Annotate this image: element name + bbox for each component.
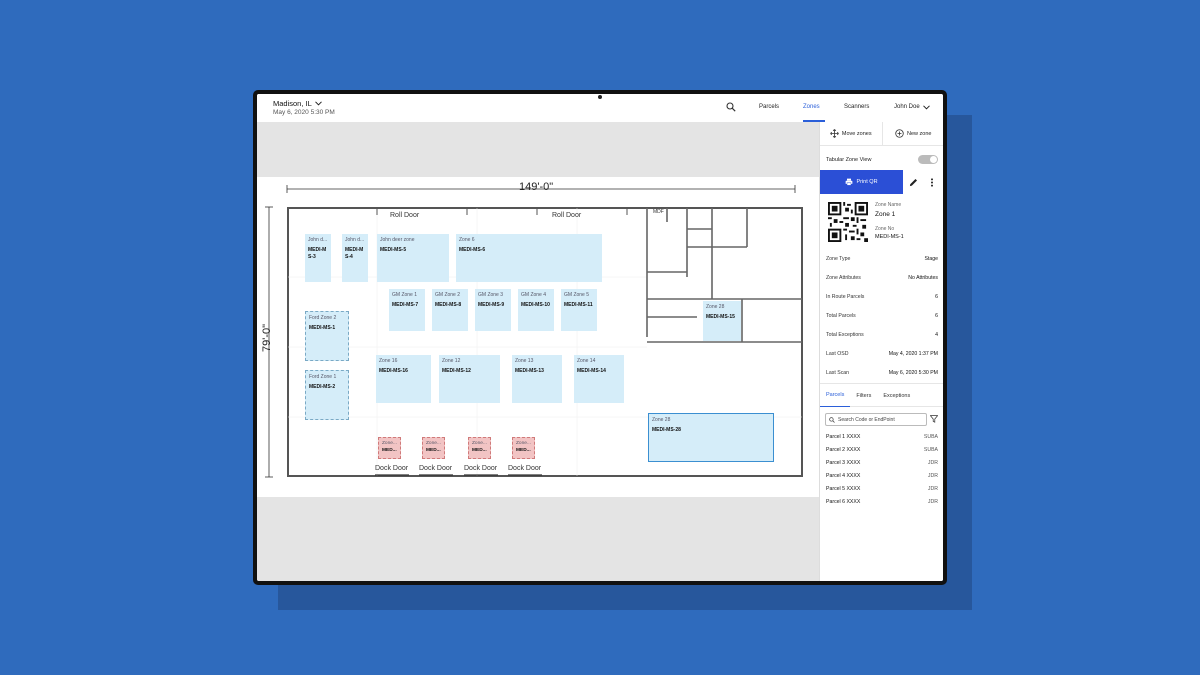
nav-tab-scanners[interactable]: Scanners [844, 104, 869, 110]
zone-block[interactable]: Zone 16 MEDI-MS-16 [376, 355, 431, 403]
nav-tab-zones[interactable]: Zones [803, 104, 820, 110]
tab-parcels[interactable]: Parcels [820, 385, 851, 407]
parcel-search-input[interactable] [838, 416, 926, 423]
plus-circle-icon [895, 129, 904, 138]
nav-tab-parcels[interactable]: Parcels [759, 104, 779, 110]
floorplan: 149'-0" 79'-0" Roll Door Roll Door MDF D… [257, 177, 819, 497]
dock-door-label: Dock Door [464, 465, 498, 472]
print-qr-button[interactable]: Print QR [820, 170, 903, 194]
panel-tabs: Parcels Filters Exceptions [820, 385, 943, 407]
print-qr-label: Print QR [856, 179, 878, 185]
zone-block[interactable]: Zone 12 MEDI-MS-12 [439, 355, 500, 403]
parcel-search [825, 413, 927, 426]
app-screen: Madison, IL May 6, 2020 5:30 PM Parcels … [257, 94, 943, 581]
zone-name-value: Zone 1 [875, 211, 896, 218]
zone-block[interactable]: GM Zone 3 MEDI-MS-9 [475, 289, 511, 331]
location-label: Madison, IL [273, 99, 312, 108]
pencil-icon[interactable] [909, 178, 918, 187]
detail-row: Total Exceptions 4 [826, 332, 938, 338]
tabular-view-label: Tabular Zone View [826, 156, 872, 163]
mdf-label: MDF [653, 209, 664, 215]
roll-door-label: Roll Door [390, 212, 420, 219]
zone-block-alert[interactable]: Zone... MED... [468, 437, 491, 459]
zone-block[interactable]: John d... MEDI-MS-4 [342, 234, 368, 282]
qr-code-icon [828, 202, 868, 242]
parcel-row[interactable]: Parcel 4 XXXX JDR [826, 473, 938, 479]
zone-block-alert[interactable]: Zone... MED... [512, 437, 535, 459]
zone-no-label: Zone No [875, 226, 895, 232]
parcel-row[interactable]: Parcel 6 XXXX JDR [826, 499, 938, 505]
zone-no-value: MEDI-MS-1 [875, 234, 904, 240]
filter-icon[interactable] [930, 415, 938, 423]
zone-block[interactable]: Zone 13 MEDI-MS-13 [512, 355, 562, 403]
new-zone-label: New zone [907, 130, 932, 137]
chevron-down-icon [314, 101, 322, 106]
more-vertical-icon[interactable] [930, 178, 934, 187]
parcel-row[interactable]: Parcel 5 XXXX JDR [826, 486, 938, 492]
tabular-view-toggle[interactable] [918, 155, 938, 164]
parcel-row[interactable]: Parcel 3 XXXX JDR [826, 460, 938, 466]
chevron-down-icon [922, 104, 930, 110]
detail-row: Zone Type Stage [826, 256, 938, 262]
detail-row: In Route Parcels 6 [826, 294, 938, 300]
tab-filters[interactable]: Filters [850, 385, 877, 407]
parcel-row[interactable]: Parcel 1 XXXX SUBA [826, 434, 938, 440]
zone-block[interactable]: Ford Zone 2 MEDI-MS-1 [305, 311, 349, 361]
zone-block-selected[interactable]: Zone 28 MEDI-MS-28 [648, 413, 774, 462]
zone-block-alert[interactable]: Zone... MED... [422, 437, 445, 459]
zone-block[interactable]: John d... MEDI-MS-3 [305, 234, 331, 282]
zone-block[interactable]: John deer zone MEDI-MS-5 [377, 234, 449, 282]
dock-door-label: Dock Door [508, 465, 542, 472]
detail-row: Zone Attributes No Attributes [826, 275, 938, 281]
zone-name-label: Zone Name [875, 202, 902, 208]
detail-row: Last OSD May 4, 2020 1:37 PM [826, 351, 938, 357]
roll-door-label: Roll Door [552, 212, 582, 219]
zone-block[interactable]: Zone 6 MEDI-MS-6 [456, 234, 602, 282]
zone-block[interactable]: GM Zone 4 MEDI-MS-10 [518, 289, 554, 331]
zone-block[interactable]: Ford Zone 1 MEDI-MS-2 [305, 370, 349, 420]
dock-door-label: Dock Door [375, 465, 409, 472]
floorplan-canvas[interactable]: 149'-0" 79'-0" Roll Door Roll Door MDF D… [257, 122, 819, 581]
user-name: John Doe [894, 104, 920, 110]
user-menu[interactable]: John Doe [894, 104, 930, 110]
search-icon[interactable] [726, 102, 736, 112]
new-zone-button[interactable]: New zone [883, 122, 944, 145]
camera-dot [598, 95, 602, 99]
zone-block[interactable]: GM Zone 1 MEDI-MS-7 [389, 289, 425, 331]
zone-block[interactable]: Zone 14 MEDI-MS-14 [574, 355, 624, 403]
dock-door-label: Dock Door [419, 465, 453, 472]
search-icon [829, 416, 835, 423]
current-datetime: May 6, 2020 5:30 PM [273, 109, 335, 116]
tab-exceptions[interactable]: Exceptions [877, 385, 916, 407]
detail-row: Total Parcels 6 [826, 313, 938, 319]
zone-block[interactable]: Zone 28 MEDI-MS-15 [703, 301, 741, 341]
move-zones-button[interactable]: Move zones [820, 122, 883, 145]
move-zones-label: Move zones [841, 130, 872, 137]
zone-detail-panel: Move zones New zone Tabular Zone View Pr… [819, 122, 943, 581]
zone-actions: Move zones New zone [820, 122, 943, 146]
location-selector[interactable]: Madison, IL [273, 99, 322, 108]
zone-block[interactable]: GM Zone 2 MEDI-MS-8 [432, 289, 468, 331]
parcel-row[interactable]: Parcel 2 XXXX SUBA [826, 447, 938, 453]
zone-block[interactable]: GM Zone 5 MEDI-MS-11 [561, 289, 597, 331]
zone-block-alert[interactable]: Zone... MED... [378, 437, 401, 459]
height-dimension: 79'-0" [261, 323, 274, 353]
width-dimension: 149'-0" [519, 181, 554, 193]
detail-row: Last Scan May 6, 2020 5:30 PM [826, 370, 938, 376]
tabular-view-row: Tabular Zone View [826, 155, 938, 164]
printer-icon [846, 178, 853, 186]
move-icon [830, 129, 839, 138]
